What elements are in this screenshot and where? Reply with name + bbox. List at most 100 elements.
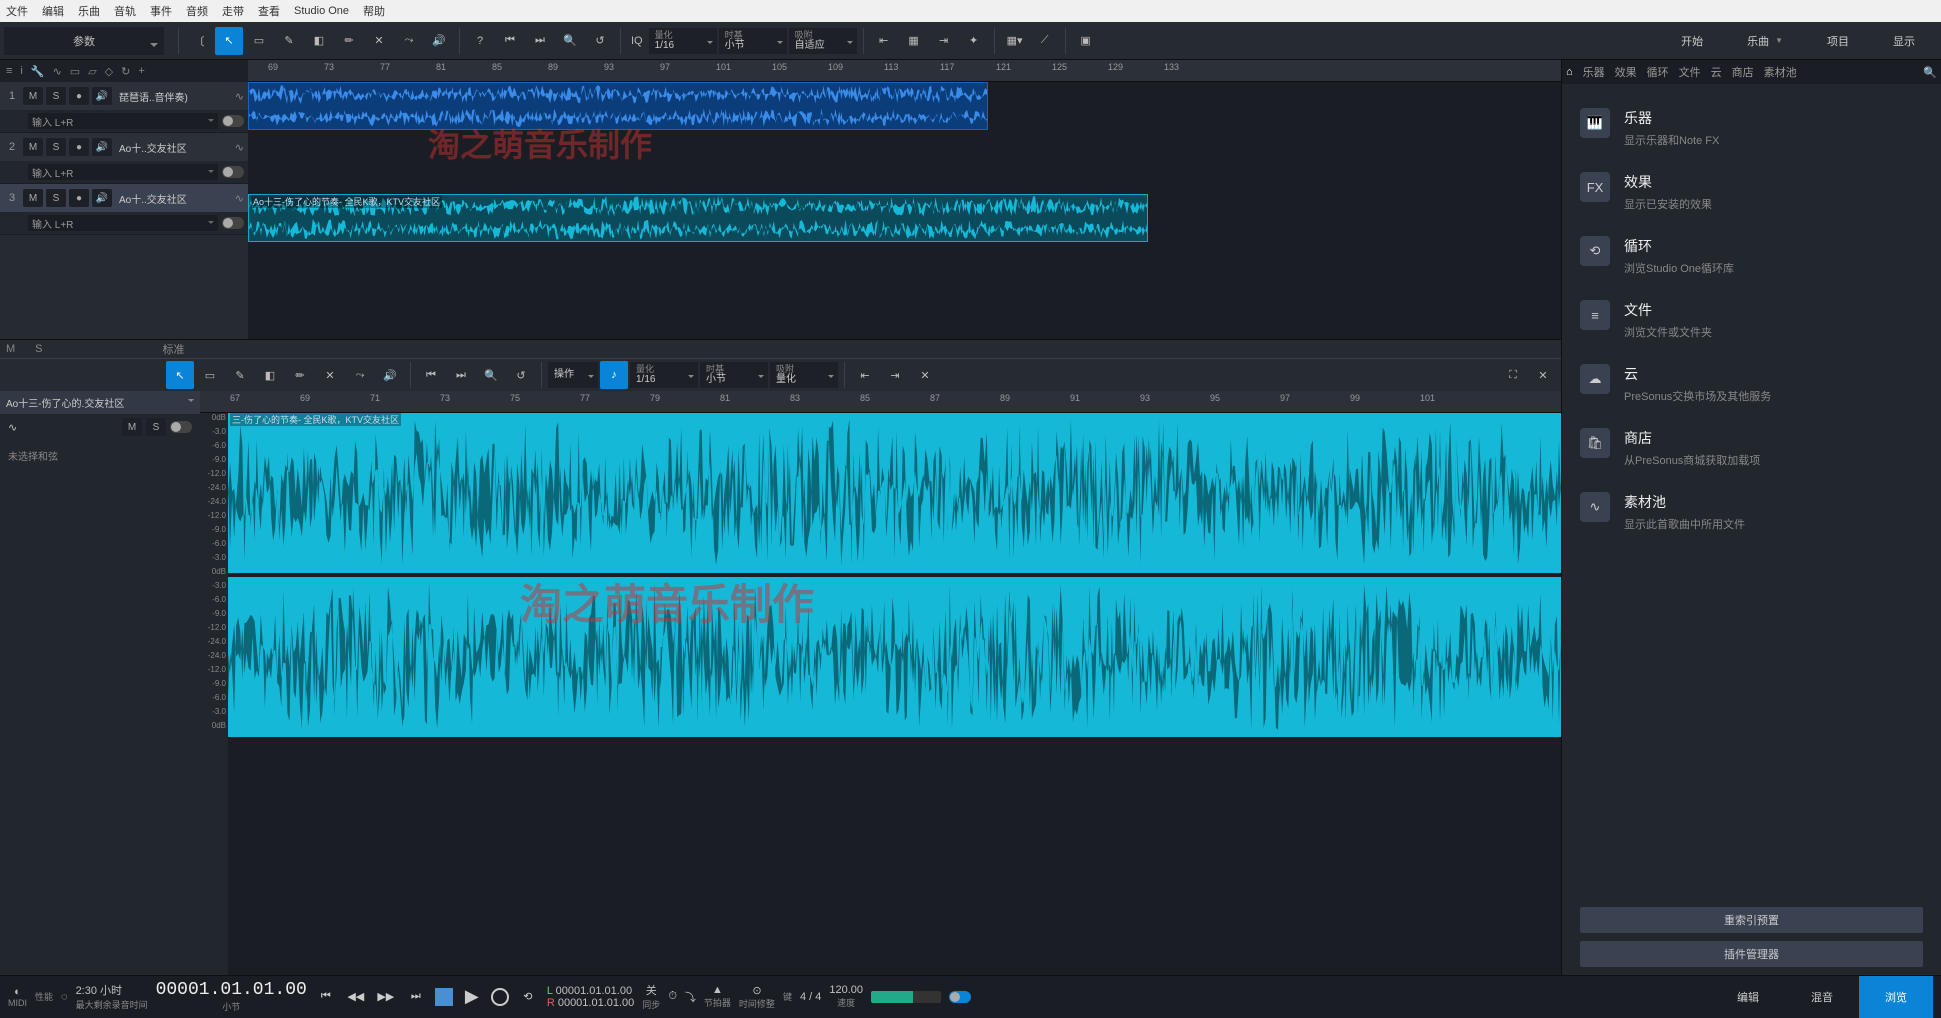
tempo-display[interactable]: 120.00 (829, 984, 863, 996)
track-name[interactable]: Ao十..交友社区 (115, 140, 232, 155)
rewind-start-icon[interactable]: ⏮ (315, 986, 337, 1008)
input-toggle[interactable] (222, 115, 244, 127)
add-track-icon[interactable]: + (138, 65, 144, 77)
record-arm-button[interactable]: ● (69, 87, 89, 105)
editor-mute-button[interactable]: M (122, 418, 142, 436)
automation-icon[interactable]: ⟋ (1031, 27, 1059, 55)
rewind-icon[interactable]: ◀◀ (345, 986, 367, 1008)
mute-tool-icon[interactable]: ✕ (316, 361, 344, 389)
loop-button[interactable]: ⟲ (517, 986, 539, 1008)
browser-item-files[interactable]: ≡ 文件 浏览文件或文件夹 (1562, 288, 1941, 352)
pencil-tool-icon[interactable]: ✎ (226, 361, 254, 389)
home-icon[interactable]: ⌂ (1566, 66, 1573, 78)
arrow-tool-icon[interactable]: ↖ (166, 361, 194, 389)
mute-tool-icon[interactable]: ✕ (365, 27, 393, 55)
monitor-button[interactable]: 🔊 (92, 189, 112, 207)
track-name[interactable]: 琵琶语..音伴奏) (115, 89, 232, 104)
input-selector[interactable]: 输入 L+R (28, 164, 218, 180)
autopunch-icon[interactable]: ⤵ (685, 989, 696, 1005)
browser-tab-files[interactable]: 文件 (1679, 64, 1701, 80)
skip-back-icon[interactable]: ⏮ (417, 361, 445, 389)
menu-audio[interactable]: 音频 (186, 3, 208, 19)
video-icon[interactable]: ▣ (1072, 27, 1100, 55)
monitor-button[interactable]: 🔊 (92, 87, 112, 105)
browser-item-fx[interactable]: FX 效果 显示已安装的效果 (1562, 160, 1941, 224)
range-tool-icon[interactable]: ▭ (196, 361, 224, 389)
stop-button[interactable] (435, 988, 453, 1006)
snap-start-icon[interactable]: ⇤ (870, 27, 898, 55)
mute-button[interactable]: M (23, 87, 43, 105)
folder-icon[interactable]: ▱ (88, 65, 96, 78)
tab-edit[interactable]: 编辑 (1711, 976, 1785, 1018)
tab-project[interactable]: 项目 (1805, 22, 1871, 60)
preroll-icon[interactable]: ⏱ (668, 990, 677, 1003)
solo-button[interactable]: S (46, 87, 66, 105)
menu-transport[interactable]: 走带 (222, 3, 244, 19)
browser-item-loop[interactable]: ⟲ 循环 浏览Studio One循环库 (1562, 224, 1941, 288)
footer-marker[interactable]: 标准 (163, 341, 185, 357)
bracket-tool-icon[interactable]: 〔 (185, 27, 213, 55)
menu-help[interactable]: 帮助 (363, 3, 385, 19)
editor-link-toggle[interactable] (170, 421, 192, 433)
browser-tab-effects[interactable]: 效果 (1615, 64, 1637, 80)
action-selector[interactable]: 操作 (548, 362, 598, 388)
editor-timebase[interactable]: 时基小节 (700, 362, 768, 388)
skip-back-icon[interactable]: ⏮ (496, 27, 524, 55)
listen-tool-icon[interactable]: 🔊 (425, 27, 453, 55)
revert-icon[interactable]: ↺ (507, 361, 535, 389)
editor-waveform-area[interactable]: 6769717375777981838587899193959799101 0d… (200, 391, 1561, 975)
input-selector[interactable]: 输入 L+R (28, 113, 218, 129)
menu-view[interactable]: 查看 (258, 3, 280, 19)
record-arm-button[interactable]: ● (69, 138, 89, 156)
snap-start-icon[interactable]: ⇤ (851, 361, 879, 389)
plugin-manager-button[interactable]: 插件管理器 (1580, 941, 1923, 967)
snap-end-icon[interactable]: ⇥ (881, 361, 909, 389)
tab-song[interactable]: 乐曲▼ (1725, 22, 1805, 60)
paint-tool-icon[interactable]: ✏ (286, 361, 314, 389)
browser-tab-shop[interactable]: 商店 (1732, 64, 1754, 80)
eraser-tool-icon[interactable]: ◧ (305, 27, 333, 55)
editor-snap[interactable]: 吸附量化 (770, 362, 838, 388)
snap-selector[interactable]: 吸附自适应 (789, 28, 857, 54)
menu-track[interactable]: 音轨 (114, 3, 136, 19)
parameter-display[interactable]: 参数 (4, 27, 164, 55)
record-button[interactable] (491, 988, 509, 1006)
wrench-icon[interactable]: 🔧 (31, 65, 45, 78)
timebase-selector[interactable]: 时基小节 (719, 28, 787, 54)
menu-studioone[interactable]: Studio One (294, 5, 349, 17)
reindex-button[interactable]: 重索引预置 (1580, 907, 1923, 933)
input-selector[interactable]: 输入 L+R (28, 215, 218, 231)
browser-tab-cloud[interactable]: 云 (1711, 64, 1722, 80)
play-button[interactable]: ▶ (461, 986, 483, 1008)
key-label[interactable]: 键 (783, 990, 792, 1003)
audio-clip-track3[interactable]: Ao十三-伤了心的节奏- 全民K歌，KTV交友社区 (248, 194, 1148, 242)
tab-mix[interactable]: 混音 (1785, 976, 1859, 1018)
editor-quantize[interactable]: 量化1/16 (630, 362, 698, 388)
menu-event[interactable]: 事件 (150, 3, 172, 19)
tab-browse[interactable]: 浏览 (1859, 976, 1933, 1018)
snap-event-icon[interactable]: ✦ (960, 27, 988, 55)
monitor-button[interactable]: 🔊 (92, 138, 112, 156)
timesig-display[interactable]: 4 / 4 (800, 991, 821, 1003)
performance-button[interactable]: 性能 (35, 990, 53, 1003)
group-icon[interactable]: ▭ (70, 65, 80, 78)
forward-end-icon[interactable]: ⏭ (405, 986, 427, 1008)
revert-icon[interactable]: ↺ (586, 27, 614, 55)
menu-song[interactable]: 乐曲 (78, 3, 100, 19)
track-name[interactable]: Ao十..交友社区 (115, 191, 232, 206)
precount-icon[interactable]: ⊙ (752, 984, 761, 997)
tab-start[interactable]: 开始 (1659, 22, 1725, 60)
paint-tool-icon[interactable]: ✏ (335, 27, 363, 55)
input-toggle[interactable] (222, 166, 244, 178)
browser-tab-pool[interactable]: 素材池 (1764, 64, 1797, 80)
track-row[interactable]: 2 M S ● 🔊 Ao十..交友社区 ∿ 输入 L+R (0, 133, 248, 184)
loop-icon[interactable]: ↻ (121, 65, 130, 78)
close-icon[interactable]: ✕ (1529, 361, 1557, 389)
arrange-timeline[interactable]: 6973778185899397101105109113117121125129… (248, 60, 1561, 339)
input-toggle[interactable] (222, 217, 244, 229)
loop-range[interactable]: L 00001.01.01.00 R 00001.01.01.00 (547, 985, 634, 1009)
footer-mute[interactable]: M (6, 343, 15, 355)
range-tool-icon[interactable]: ▭ (245, 27, 273, 55)
tab-show[interactable]: 显示 (1871, 22, 1937, 60)
zoom-icon[interactable]: 🔍 (556, 27, 584, 55)
